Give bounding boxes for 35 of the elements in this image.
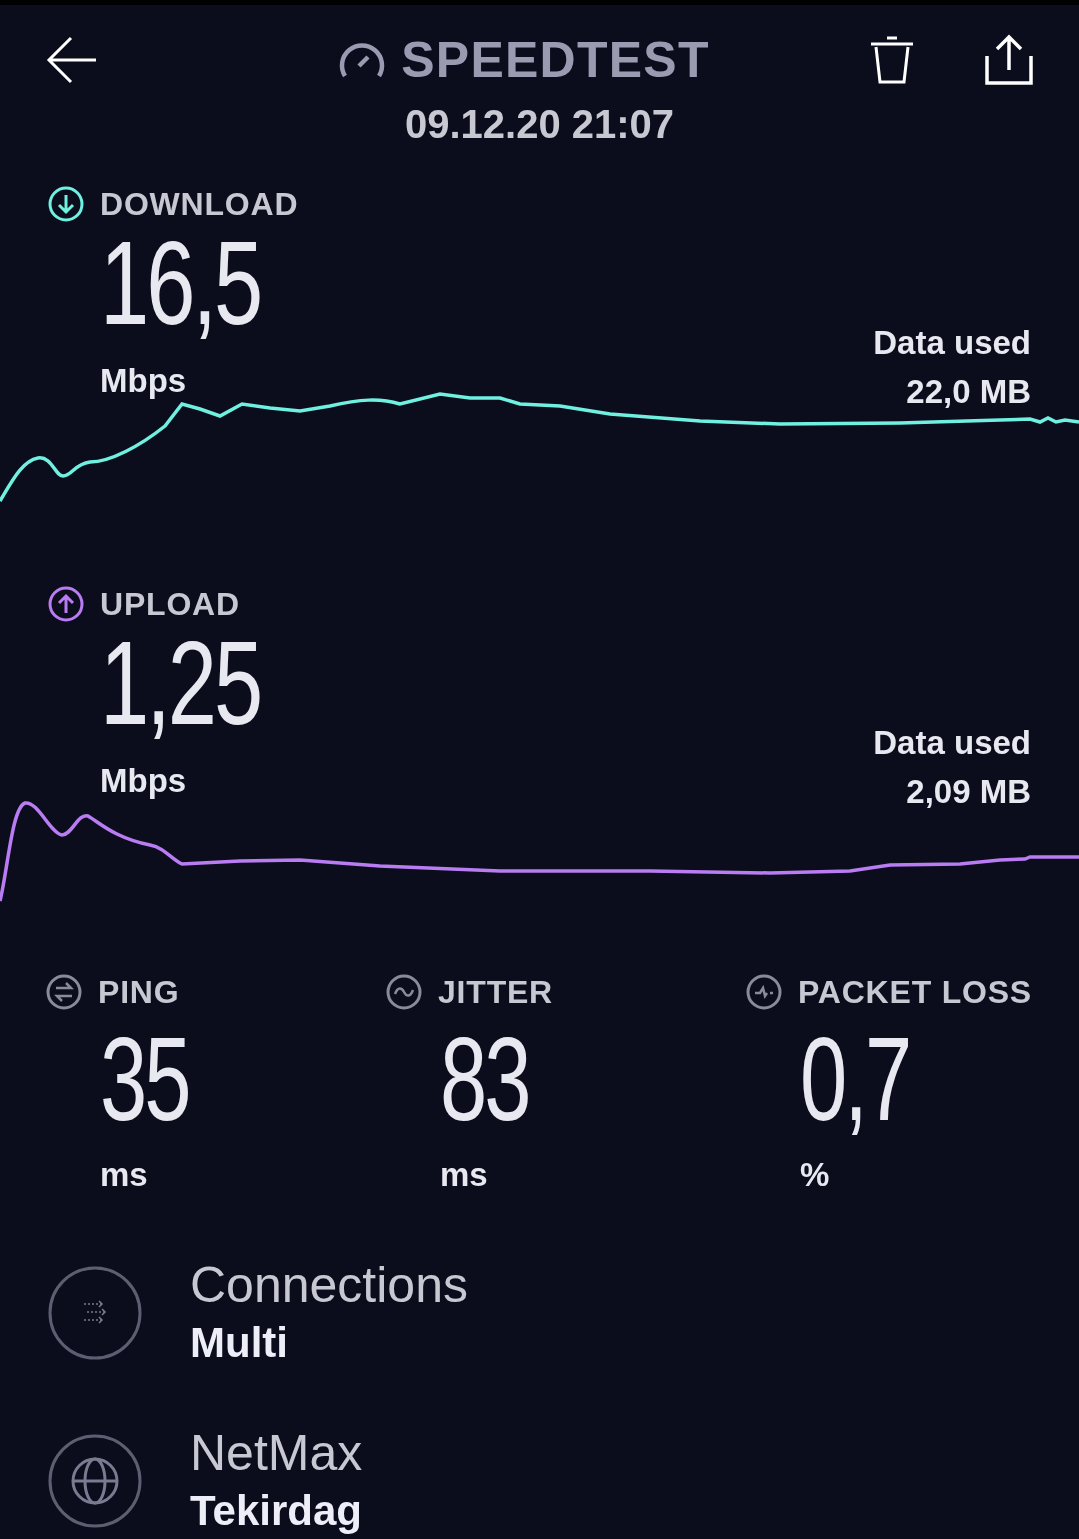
metric-unit: ms [440, 1154, 489, 1195]
speed-value: 16,5 [100, 227, 261, 338]
trash-icon[interactable] [869, 35, 915, 85]
speed-unit: Mbps [100, 760, 188, 801]
metric-label: JITTER [438, 972, 554, 1012]
download-icon [48, 185, 84, 222]
speed-unit: Mbps [100, 360, 188, 401]
globe-icon [48, 1434, 142, 1528]
jitter-icon [386, 973, 422, 1010]
data-used-value: 22,0 MB [906, 372, 1031, 412]
detail-value: Tekirdag [190, 1486, 363, 1536]
metric-unit: ms [100, 1154, 149, 1195]
metric-value: 35 [100, 1023, 190, 1134]
connections-icon [48, 1266, 142, 1360]
ping-icon [46, 973, 82, 1010]
detail-title: NetMax [190, 1424, 363, 1483]
speed-value: 1,25 [100, 627, 261, 738]
share-icon[interactable] [985, 34, 1033, 86]
packet-loss-icon [746, 973, 782, 1010]
test-label: DOWNLOAD [100, 184, 299, 224]
data-used-label: Data used [873, 722, 1031, 763]
app-title: SPEEDTEST [401, 30, 710, 90]
test-date: 09.12.20 21:07 [404, 100, 675, 148]
detail-value: Multi [190, 1318, 289, 1368]
metric-value: 0,7 [800, 1023, 911, 1134]
metric-label: PACKET LOSS [798, 972, 1032, 1012]
detail-title: Connections [190, 1256, 468, 1315]
metric-value: 83 [440, 1023, 530, 1134]
test-label: UPLOAD [100, 584, 240, 624]
metric-unit: % [800, 1154, 831, 1195]
upload-icon [48, 585, 84, 622]
data-used-value: 2,09 MB [906, 772, 1031, 812]
back-icon[interactable] [46, 36, 98, 84]
metric-label: PING [98, 972, 180, 1012]
data-used-label: Data used [873, 322, 1031, 363]
